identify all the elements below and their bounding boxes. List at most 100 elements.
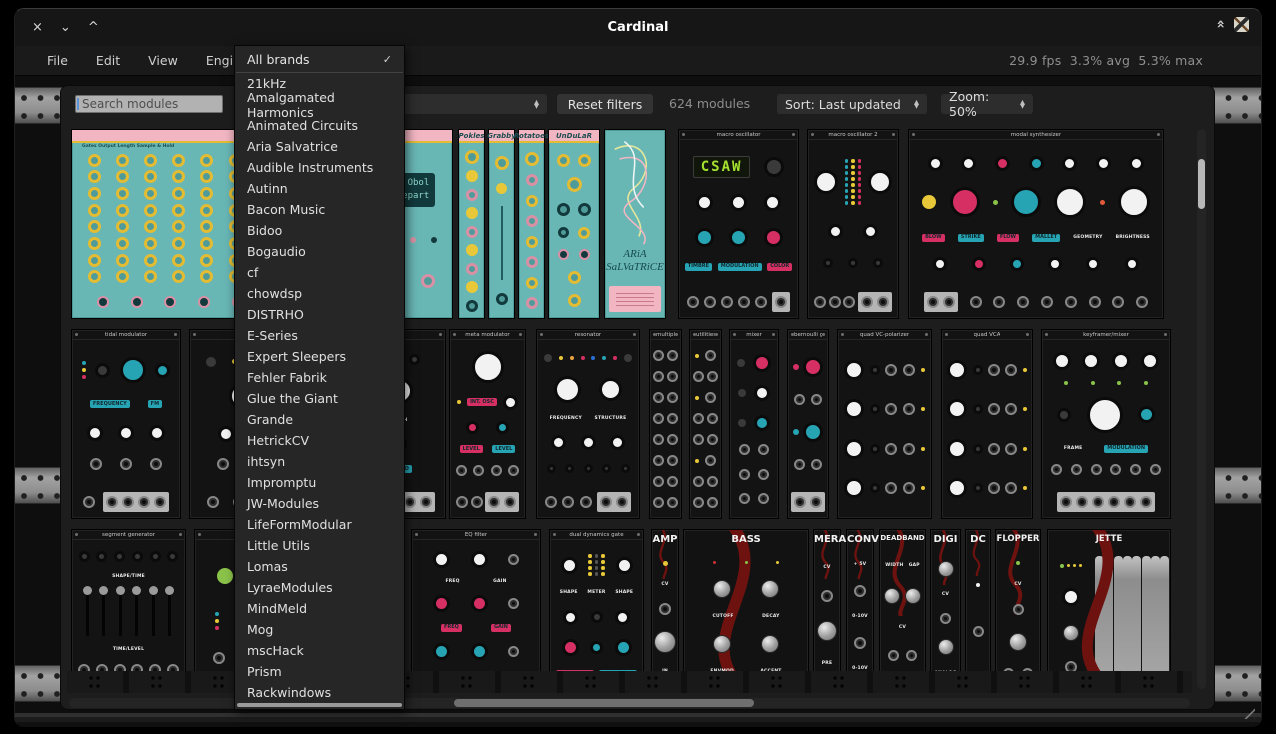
vertical-scrollbar[interactable] (1197, 129, 1206, 689)
module-panel[interactable]: ARiASaLVaTRiCE (604, 129, 666, 319)
module-pokles[interactable]: Pokles (458, 129, 485, 319)
module-row (730, 493, 778, 504)
brand-item-fehler-fabrik[interactable]: Fehler Fabrik (235, 367, 404, 388)
module-tidal-modulator[interactable]: tidal modulatorFREQUENCYFM (71, 329, 181, 519)
module-bass[interactable]: BASSCUTOFFDECAYENVMODACCENT (683, 529, 809, 671)
module-utilities[interactable]: utilities (689, 329, 722, 519)
zoom-select[interactable]: Zoom: 50% ▲▼ (941, 94, 1033, 114)
module-mixer[interactable]: mixer (729, 329, 779, 519)
brand-item-bidoo[interactable]: Bidoo (235, 220, 404, 241)
brand-item-distrho[interactable]: DISTRHO (235, 304, 404, 325)
brand-item-mog[interactable]: Mog (235, 619, 404, 640)
module-multiples[interactable]: multiples (649, 329, 682, 519)
brand-item-lyraemodules[interactable]: LyraeModules (235, 577, 404, 598)
reset-filters-button[interactable]: Reset filters (557, 94, 653, 114)
module-digi[interactable]: DIGICVANALOG (930, 529, 961, 671)
module-undular[interactable]: UnDuLaR (548, 129, 600, 319)
brand-item-amalgamated-harmonics[interactable]: Amalgamated Harmonics (235, 94, 404, 115)
brand-item-prism[interactable]: Prism (235, 661, 404, 682)
brand-item-glue-the-giant[interactable]: Glue the Giant (235, 388, 404, 409)
menu-scroll-indicator[interactable] (237, 703, 402, 707)
jack-port (96, 664, 108, 671)
module-macro-oscillator-2[interactable]: macro oscillator 2 (807, 129, 899, 319)
brand-item-bogaudio[interactable]: Bogaudio (235, 241, 404, 262)
minimize-window-icon[interactable]: ⌄ (60, 21, 71, 34)
brand-item-expert-sleepers[interactable]: Expert Sleepers (235, 346, 404, 367)
module-dual-dynamics-gate[interactable]: dual dynamics gateSHAPEMETERSHAPELEVEL M… (549, 529, 644, 671)
panel-label: PRE (822, 661, 832, 666)
ring-knob (144, 220, 157, 233)
brand-item-little-utils[interactable]: Little Utils (235, 535, 404, 556)
sort-select[interactable]: Sort: Last updated ▲▼ (777, 94, 927, 114)
jack-port (1065, 296, 1077, 308)
module-quad-vc-polarizer[interactable]: quad VC-polarizer (837, 329, 932, 519)
brand-item-rackwindows[interactable]: Rackwindows (235, 682, 404, 703)
slider[interactable] (152, 590, 155, 636)
led-dot (695, 396, 699, 400)
module-bernoulli-gate[interactable]: bernoulli gate (787, 329, 829, 519)
module-body (549, 143, 599, 318)
module-keyframer-mixer[interactable]: keyframer/mixerFRAMEMODULATION (1041, 329, 1171, 519)
slider[interactable] (102, 590, 105, 636)
module-jette[interactable]: JETTEINPUT (1047, 529, 1171, 671)
brand-item-e-series[interactable]: E-Series (235, 325, 404, 346)
horizontal-scrollbar-thumb[interactable] (454, 699, 754, 707)
brand-item-cf[interactable]: cf (235, 262, 404, 283)
jack-port (213, 652, 225, 664)
module-header: modal synthesizer (909, 130, 1163, 140)
module-amp[interactable]: AMPCVIN (651, 529, 679, 671)
brand-item-audible-instruments[interactable]: Audible Instruments (235, 157, 404, 178)
module-row (459, 263, 484, 275)
brand-item-mindmeld[interactable]: MindMeld (235, 598, 404, 619)
module-body: CVPRE (814, 545, 840, 671)
module-segment-generator[interactable]: segment generatorSHAPE/TIMETIME/LEVEL (71, 529, 186, 671)
brand-item-mschack[interactable]: mscHack (235, 640, 404, 661)
brand-item-impromptu[interactable]: Impromptu (235, 472, 404, 493)
brand-item-bacon-music[interactable]: Bacon Music (235, 199, 404, 220)
menu-file[interactable]: File (33, 48, 82, 73)
module-macro-oscillator[interactable]: macro oscillatorCSAWTIMBREMODULATIONCOLO… (678, 129, 799, 319)
module-conv[interactable]: CONV+ 5V0-10V0-10V (846, 529, 874, 671)
collapse-chevrons-icon[interactable]: « (1212, 19, 1228, 28)
jack-port (993, 296, 1005, 308)
brand-item-hetrickcv[interactable]: HetrickCV (235, 430, 404, 451)
slider[interactable] (119, 590, 122, 636)
brand-item-grande[interactable]: Grande (235, 409, 404, 430)
maximize-window-icon[interactable]: ^ (88, 21, 99, 34)
menu-view[interactable]: View (134, 48, 192, 73)
module-mera[interactable]: MERACVPRE (813, 529, 841, 671)
module-title: EQ filter (465, 532, 487, 538)
close-window-icon[interactable]: × (32, 21, 43, 34)
vertical-scrollbar-thumb[interactable] (1198, 159, 1205, 209)
module-deadband[interactable]: DEADBANDWIDTHGAPCV (879, 529, 926, 671)
module-quad-vca[interactable]: quad VCA (941, 329, 1033, 519)
module-modal-synthesizer[interactable]: modal synthesizerBLOWSTRIKEFLOWMALLETGEO… (908, 129, 1164, 319)
search-input[interactable] (75, 95, 223, 113)
slider[interactable] (135, 590, 138, 636)
param-tag: TIMBRE (685, 263, 712, 271)
module-resonator[interactable]: resonatorFREQUENCYSTRUCTURE (536, 329, 640, 519)
brand-item-autinn[interactable]: Autinn (235, 178, 404, 199)
module-meta-modulator[interactable]: meta modulatorINT. OSCLEVELLEVEL (449, 329, 526, 519)
brand-item-lomas[interactable]: Lomas (235, 556, 404, 577)
brand-item-ihtsyn[interactable]: ihtsyn (235, 451, 404, 472)
knob (814, 170, 838, 194)
menu-edit[interactable]: Edit (82, 48, 134, 73)
module-dc[interactable]: DCIN (965, 529, 991, 671)
param-tag: MODULATION (1104, 445, 1148, 453)
brand-item-lifeformmodular[interactable]: LifeFormModular (235, 514, 404, 535)
ring-knob (116, 170, 129, 183)
brand-item-chowdsp[interactable]: chowdsp (235, 283, 404, 304)
module-rotatoes[interactable]: Rotatoes (518, 129, 545, 319)
brand-item-aria-salvatrice[interactable]: Aria Salvatrice (235, 136, 404, 157)
module-grabby[interactable]: Grabby (488, 129, 515, 319)
brand-item-jw-modules[interactable]: JW-Modules (235, 493, 404, 514)
module-eq-filter[interactable]: EQ filterFREQGAINFREQGAINFREQGAIN (411, 529, 541, 671)
jack-port (149, 664, 161, 671)
knob (581, 435, 596, 450)
slider[interactable] (86, 590, 89, 636)
jack-port (794, 496, 806, 508)
module-flopper[interactable]: FLOPPERCVIN (995, 529, 1041, 671)
slider[interactable] (168, 590, 171, 636)
brand-item-all-brands[interactable]: All brands ✓ (235, 46, 404, 72)
